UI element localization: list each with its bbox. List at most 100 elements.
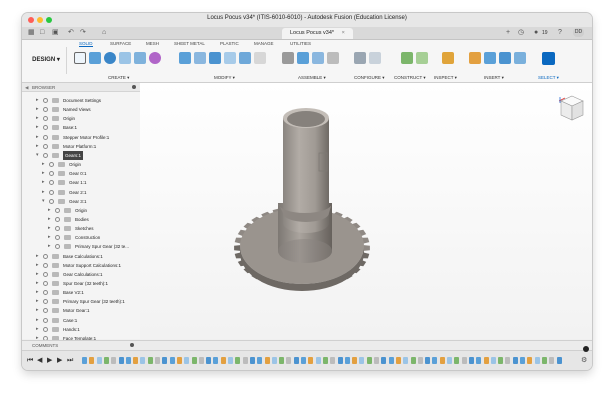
move-icon[interactable] [254,52,266,64]
chevron-right-icon[interactable]: ▸ [36,114,39,123]
timeline-feature-icon[interactable] [111,357,117,364]
visibility-eye-icon[interactable] [43,271,48,277]
visibility-eye-icon[interactable] [43,152,48,158]
timeline-feature-icon[interactable] [432,357,438,364]
visibility-eye-icon[interactable] [43,290,48,296]
timeline-feature-icon[interactable] [359,357,365,364]
timeline-feature-icon[interactable] [388,357,394,364]
timeline-feature-icon[interactable] [198,357,204,364]
shell-icon[interactable] [224,52,236,64]
select-icon[interactable] [542,52,555,65]
hole-icon[interactable] [119,52,131,64]
view-cube[interactable] [559,94,585,122]
timeline-feature-icon[interactable] [162,357,168,364]
notifications-icon[interactable]: ● [534,29,538,37]
chevron-right-icon[interactable]: ▸ [36,288,39,297]
pattern-icon[interactable] [134,52,146,64]
add-comment-icon[interactable] [130,343,134,347]
chevron-down-icon[interactable]: ▾ [36,151,39,160]
step-back-icon[interactable]: ◀ [37,356,42,365]
timeline-feature-icon[interactable] [257,357,263,364]
timeline-feature-icon[interactable] [271,357,277,364]
timeline-feature-icon[interactable] [249,357,255,364]
timeline-feature-icon[interactable] [315,357,321,364]
timeline-feature-icon[interactable] [155,357,160,364]
group-create[interactable]: CREATE ▾ [108,75,129,81]
measure-icon[interactable] [442,52,454,64]
timeline-feature-icon[interactable] [490,357,496,364]
visibility-eye-icon[interactable] [43,107,48,113]
group-assemble[interactable]: ASSEMBLE ▾ [298,75,326,81]
chevron-right-icon[interactable]: ▸ [48,215,51,224]
3d-viewport[interactable] [140,83,592,339]
extrude-icon[interactable] [89,52,101,64]
visibility-eye-icon[interactable] [55,216,60,222]
chevron-right-icon[interactable]: ▸ [42,188,45,197]
visibility-eye-icon[interactable] [55,226,60,232]
grid-icon[interactable]: ▦ [28,29,35,37]
timeline-feature-icon[interactable] [527,357,533,364]
timeline-feature-icon[interactable] [235,357,241,364]
chevron-right-icon[interactable]: ▸ [48,206,51,215]
browser-item[interactable]: ▸ Gear 2:1 [42,188,138,197]
timeline-feature-icon[interactable] [556,357,562,364]
browser-item[interactable]: ▸ Primary Spur Gear (32 teeth):1 [36,297,138,306]
chevron-right-icon[interactable]: ▸ [36,123,39,132]
timeline-feature-icon[interactable] [293,357,299,364]
group-configure[interactable]: CONFIGURE ▾ [354,75,385,81]
timeline-feature-icon[interactable] [366,357,372,364]
visibility-eye-icon[interactable] [43,262,48,268]
table-icon[interactable] [369,52,381,64]
visibility-eye-icon[interactable] [49,180,54,186]
chevron-right-icon[interactable]: ▸ [48,224,51,233]
chevron-right-icon[interactable]: ▸ [36,297,39,306]
visibility-eye-icon[interactable] [43,253,48,259]
chevron-right-icon[interactable]: ▸ [36,325,39,334]
insert-svg-icon[interactable] [499,52,511,64]
collapse-panel-icon[interactable]: ◀ [25,83,28,92]
timeline-feature-icon[interactable] [520,357,525,364]
chevron-right-icon[interactable]: ▸ [42,178,45,187]
browser-item[interactable]: ▸ Bodies [48,215,138,224]
step-forward-icon[interactable]: ▶ [57,356,62,365]
visibility-eye-icon[interactable] [49,198,54,204]
visibility-eye-icon[interactable] [43,143,48,149]
chevron-right-icon[interactable]: ▸ [36,270,39,279]
timeline-feature-icon[interactable] [425,357,431,364]
tab-mesh[interactable]: MESH [146,41,159,46]
timeline-feature-icon[interactable] [322,357,328,364]
visibility-eye-icon[interactable] [43,116,48,122]
tab-solid[interactable]: SOLID [79,41,93,47]
timeline-feature-icon[interactable] [103,357,109,364]
visibility-eye-icon[interactable] [43,308,48,314]
group-select[interactable]: SELECT ▾ [538,75,559,81]
offset-plane-icon[interactable] [401,52,413,64]
timeline-feature-icon[interactable] [301,357,306,364]
chevron-right-icon[interactable]: ▸ [48,233,51,242]
tab-plastic[interactable]: PLASTIC [220,41,239,46]
timeline-feature-icon[interactable] [505,357,511,364]
plane-at-angle-icon[interactable] [416,52,428,64]
timeline-feature-icon[interactable] [184,357,190,364]
timeline-feature-icon[interactable] [308,357,314,364]
visibility-eye-icon[interactable] [55,235,60,241]
gear-model[interactable] [140,83,592,339]
browser-item[interactable]: ▸ Document Settings [36,96,138,105]
timeline-feature-icon[interactable] [337,357,343,364]
browser-item[interactable]: ▸ Primary Spur Gear (32 te... [48,242,138,251]
browser-item[interactable]: ▸ Gear 0:1 [42,169,138,178]
timeline-feature-icon[interactable] [403,357,409,364]
go-to-start-icon[interactable]: ⏮ [27,356,33,365]
browser-item[interactable]: ▸ Stepper Motor Profile:1 [36,133,138,142]
user-avatar[interactable]: DD [573,28,584,37]
timeline-feature-icon[interactable] [454,357,460,364]
go-to-end-icon[interactable]: ⏭ [67,356,73,365]
visibility-eye-icon[interactable] [43,134,48,140]
chevron-right-icon[interactable]: ▸ [36,279,39,288]
group-inspect[interactable]: INSPECT ▾ [434,75,457,81]
timeline-feature-icon[interactable] [242,357,248,364]
chevron-down-icon[interactable]: ▾ [42,197,45,206]
visibility-eye-icon[interactable] [55,244,60,250]
visibility-eye-icon[interactable] [43,98,48,103]
insert-derive-icon[interactable] [469,52,481,64]
